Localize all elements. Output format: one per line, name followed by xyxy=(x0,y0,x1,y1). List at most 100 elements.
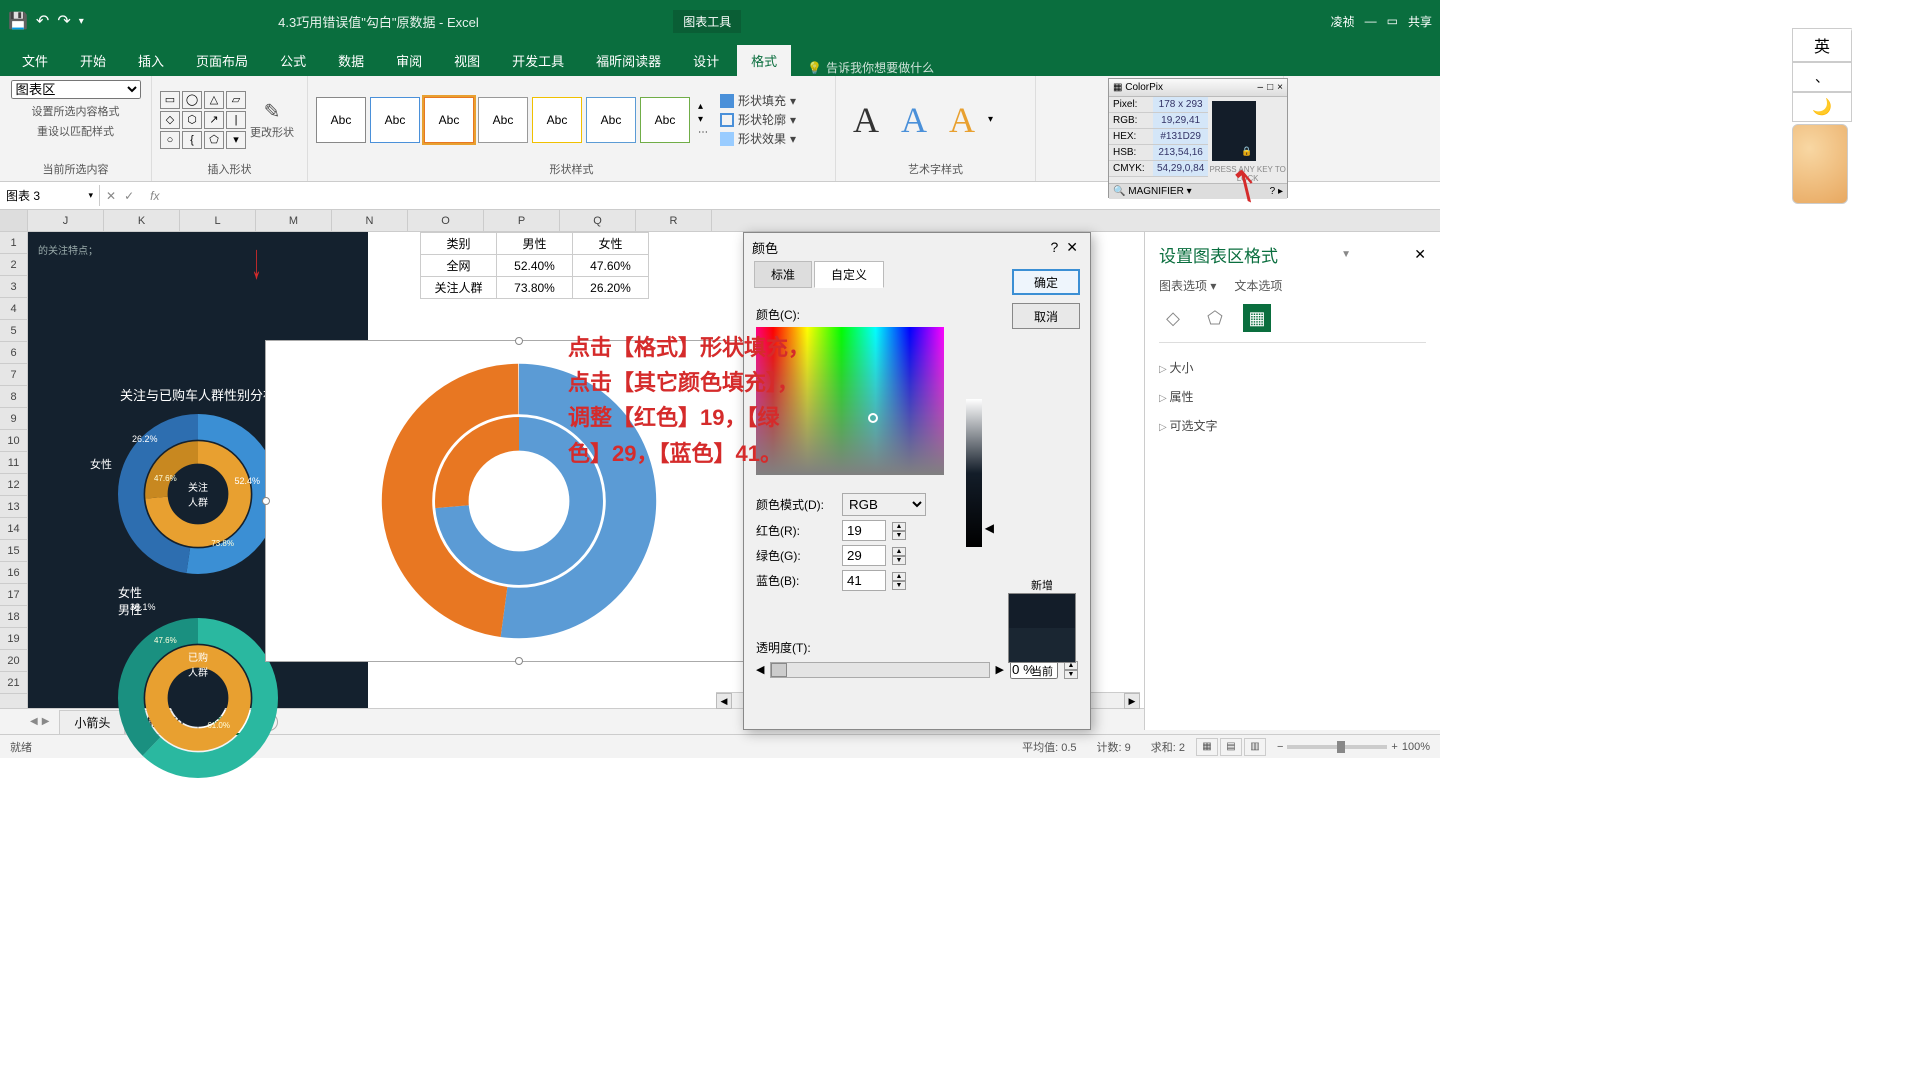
section-alttext[interactable]: 可选文字 xyxy=(1159,411,1426,440)
transparency-slider[interactable] xyxy=(770,662,989,678)
enter-icon[interactable]: ✓ xyxy=(124,189,134,203)
ok-button[interactable]: 确定 xyxy=(1012,269,1080,295)
green-down[interactable]: ▼ xyxy=(892,556,906,565)
format-selection-link[interactable]: 设置所选内容格式 xyxy=(32,103,120,119)
sheet-nav-last[interactable]: ▶ xyxy=(42,716,50,727)
cancel-button[interactable]: 取消 xyxy=(1012,303,1080,329)
shape-gallery[interactable]: ▭◯△▱ ◇⬡↗| ○{⬠▾ xyxy=(160,91,246,149)
luminance-thumb[interactable]: ◀ xyxy=(985,521,994,535)
transparency-thumb[interactable] xyxy=(771,663,787,677)
tab-home[interactable]: 开始 xyxy=(66,45,120,76)
resize-handle-top[interactable] xyxy=(515,337,523,345)
tab-foxit[interactable]: 福昕阅读器 xyxy=(582,45,675,76)
share-label[interactable]: 共享 xyxy=(1408,13,1432,30)
shape-style-4[interactable]: Abc xyxy=(478,97,528,143)
size-props-icon[interactable]: ▦ xyxy=(1243,304,1271,332)
row-headers[interactable]: 1234 5678 9101112 13141516 17181920 21 xyxy=(0,210,28,708)
color-picker-gradient[interactable] xyxy=(756,327,944,475)
save-icon[interactable]: 💾 xyxy=(8,11,28,31)
tab-layout[interactable]: 页面布局 xyxy=(182,45,262,76)
sheet-nav-first[interactable]: ◀ xyxy=(30,716,38,727)
donut-chart-1[interactable]: 女性 男性 关注 人群 52.4% 26.2% 47.6% 73.8% xyxy=(118,414,278,574)
colorpix-max[interactable]: □ xyxy=(1267,82,1273,93)
colorpix-window[interactable]: ▦ ColorPix – □ × Pixel:178 x 293 RGB:19,… xyxy=(1108,78,1288,198)
red-down[interactable]: ▼ xyxy=(892,531,906,540)
color-dialog[interactable]: 颜色 ? ✕ 标准 自定义 确定 取消 颜色(C): ◀ xyxy=(743,232,1091,730)
resize-handle-left[interactable] xyxy=(262,497,270,505)
tab-formula[interactable]: 公式 xyxy=(266,45,320,76)
ime-indicator[interactable]: 英 xyxy=(1792,28,1852,62)
sheet-tab-1[interactable]: 小箭头 xyxy=(59,710,125,734)
color-dialog-close[interactable]: ✕ xyxy=(1062,239,1082,256)
zoom-value[interactable]: 100% xyxy=(1402,741,1430,753)
luminance-slider[interactable]: ◀ xyxy=(966,399,982,547)
shape-style-5[interactable]: Abc xyxy=(532,97,582,143)
zoom-in[interactable]: + xyxy=(1391,741,1397,753)
color-mode-select[interactable]: RGB xyxy=(842,493,926,516)
tab-format[interactable]: 格式 xyxy=(737,45,791,76)
shape-effect-button[interactable]: 形状效果 ▾ xyxy=(720,130,796,147)
change-shape-button[interactable]: ✎ 更改形状 xyxy=(250,99,294,140)
picker-cursor[interactable] xyxy=(868,413,878,423)
blue-up[interactable]: ▲ xyxy=(892,572,906,581)
donut-chart-2[interactable]: 女性 男性 已购 人群 38.1% 47.6% 61.0% xyxy=(118,584,278,744)
resize-handle-bottom[interactable] xyxy=(515,657,523,665)
section-size[interactable]: 大小 xyxy=(1159,353,1426,382)
tab-review[interactable]: 审阅 xyxy=(382,45,436,76)
wordart-style-2[interactable]: A xyxy=(892,99,936,141)
cancel-icon[interactable]: ✕ xyxy=(106,189,116,203)
red-up[interactable]: ▲ xyxy=(892,522,906,531)
fill-line-icon[interactable]: ◇ xyxy=(1159,304,1187,332)
user-name[interactable]: 凌祯 xyxy=(1331,13,1355,30)
moon-icon[interactable]: 🌙 xyxy=(1792,92,1852,122)
section-props[interactable]: 属性 xyxy=(1159,382,1426,411)
blue-down[interactable]: ▼ xyxy=(892,581,906,590)
shape-style-6[interactable]: Abc xyxy=(586,97,636,143)
colorpix-close[interactable]: × xyxy=(1277,82,1283,93)
ime-avatar-widget[interactable]: 英 、 🌙 xyxy=(1792,28,1852,188)
tab-standard[interactable]: 标准 xyxy=(754,261,812,288)
blue-input[interactable] xyxy=(842,570,886,591)
tab-view[interactable]: 视图 xyxy=(440,45,494,76)
red-input[interactable] xyxy=(842,520,886,541)
reset-style-link[interactable]: 重设以匹配样式 xyxy=(37,123,114,139)
trans-right[interactable]: ▶ xyxy=(996,663,1004,676)
shape-outline-button[interactable]: 形状轮廓 ▾ xyxy=(720,111,796,128)
style-more[interactable]: ⋯ xyxy=(698,127,708,138)
color-dialog-help[interactable]: ? xyxy=(1046,239,1062,255)
zoom-out[interactable]: − xyxy=(1277,741,1283,753)
shape-style-7[interactable]: Abc xyxy=(640,97,690,143)
tab-custom[interactable]: 自定义 xyxy=(814,261,884,288)
wordart-style-1[interactable]: A xyxy=(844,99,888,141)
effects-icon[interactable]: ⬠ xyxy=(1201,304,1229,332)
shape-style-3[interactable]: Abc xyxy=(424,97,474,143)
trans-left[interactable]: ◀ xyxy=(756,663,764,676)
view-normal[interactable]: ▦ xyxy=(1196,738,1218,756)
maximize-icon[interactable]: ▭ xyxy=(1387,14,1398,28)
scroll-left[interactable]: ◀ xyxy=(716,693,732,709)
view-page[interactable]: ▤ xyxy=(1220,738,1242,756)
shape-fill-button[interactable]: 形状填充 ▾ xyxy=(720,92,796,109)
tell-me[interactable]: 💡 告诉我你想要做什么 xyxy=(807,59,934,76)
style-scroll-up[interactable]: ▴ xyxy=(698,101,708,112)
view-break[interactable]: ▥ xyxy=(1244,738,1266,756)
shape-style-2[interactable]: Abc xyxy=(370,97,420,143)
undo-icon[interactable]: ↶ xyxy=(36,11,49,31)
tab-dev[interactable]: 开发工具 xyxy=(498,45,578,76)
shape-style-1[interactable]: Abc xyxy=(316,97,366,143)
style-scroll-down[interactable]: ▾ xyxy=(698,114,708,125)
colorpix-min[interactable]: – xyxy=(1258,82,1264,93)
selection-combo[interactable]: 图表区 xyxy=(11,80,141,99)
scroll-right[interactable]: ▶ xyxy=(1124,693,1140,709)
text-options-tab[interactable]: 文本选项 xyxy=(1234,277,1282,294)
fx-icon[interactable]: fx xyxy=(140,189,169,203)
column-headers[interactable]: JKL MNO PQR xyxy=(28,210,1440,232)
redo-icon[interactable]: ↷ xyxy=(57,11,70,31)
format-pane-close[interactable]: ✕ xyxy=(1414,246,1426,263)
tab-insert[interactable]: 插入 xyxy=(124,45,178,76)
wordart-style-3[interactable]: A xyxy=(940,99,984,141)
format-pane-dropdown[interactable]: ▼ xyxy=(1341,249,1351,260)
minimize-icon[interactable]: — xyxy=(1365,14,1377,28)
tab-data[interactable]: 数据 xyxy=(324,45,378,76)
tab-design[interactable]: 设计 xyxy=(679,45,733,76)
